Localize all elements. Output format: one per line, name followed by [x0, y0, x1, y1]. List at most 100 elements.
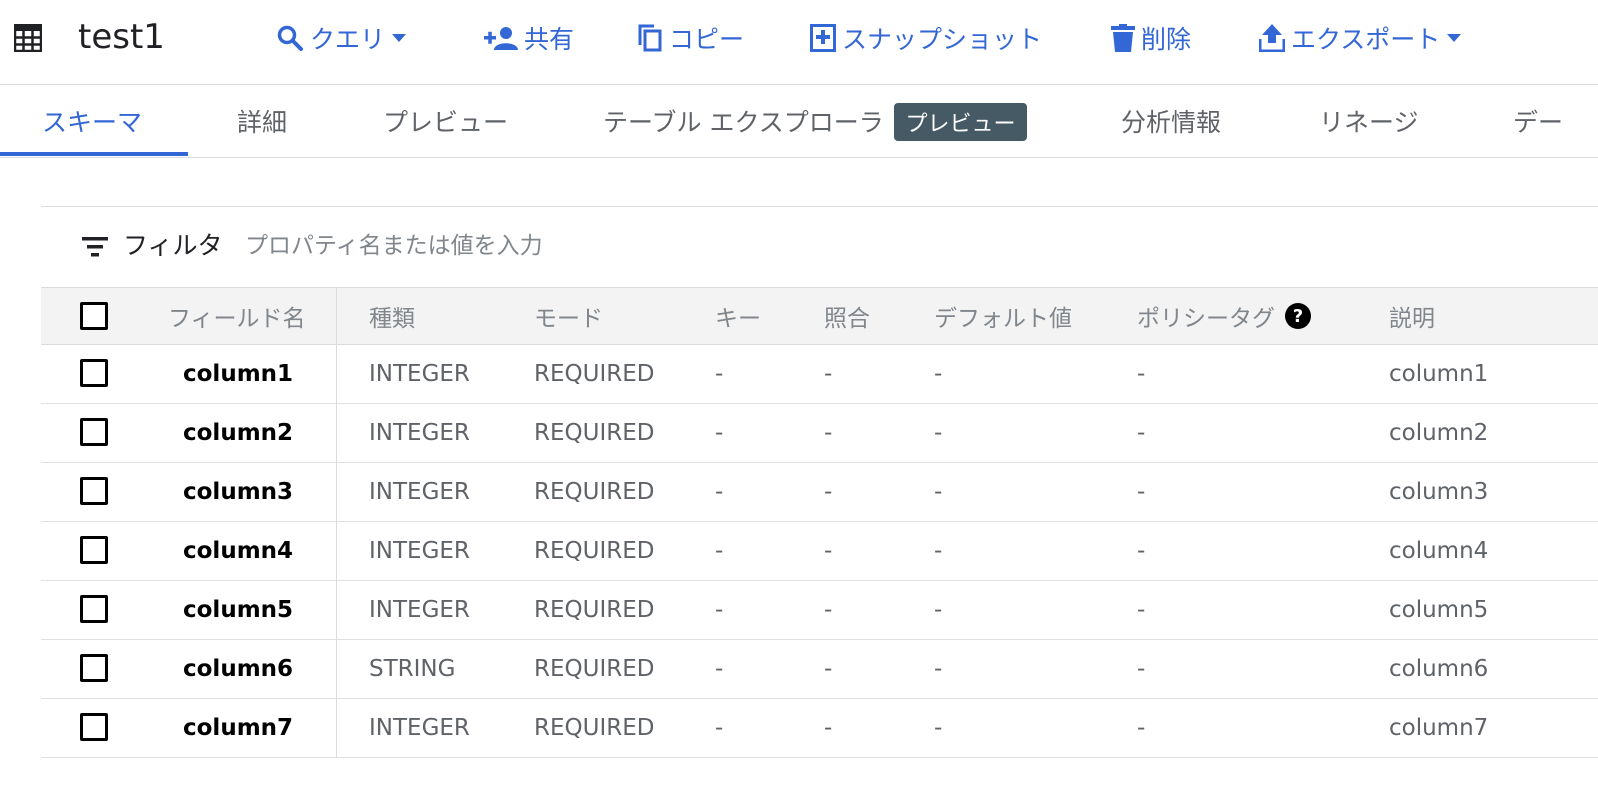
divider — [41, 206, 1598, 207]
tab-table-explorer[interactable]: テーブル エクスプローラ — [603, 85, 884, 157]
field-key: - — [715, 478, 724, 505]
table-row: column1 INTEGER REQUIRED - - - - column1 — [41, 344, 1598, 404]
preview-badge: プレビュー — [894, 103, 1027, 141]
header-default-value[interactable]: デフォルト値 — [934, 288, 1072, 344]
table-row: column7 INTEGER REQUIRED - - - - column7 — [41, 698, 1598, 758]
filter-input[interactable] — [245, 228, 1045, 264]
field-name: column5 — [183, 596, 294, 623]
delete-label: 削除 — [1141, 25, 1192, 54]
select-all-checkbox[interactable] — [80, 302, 108, 330]
field-policy-tags: - — [1137, 360, 1146, 387]
column-divider — [336, 698, 337, 757]
field-mode: REQUIRED — [534, 714, 655, 741]
row-checkbox[interactable] — [80, 418, 108, 446]
column-divider — [336, 639, 337, 698]
tab-bar: スキーマ 詳細 プレビュー テーブル エクスプローラ プレビュー 分析情報 リネ… — [0, 85, 1598, 158]
row-checkbox[interactable] — [80, 477, 108, 505]
tab-schema[interactable]: スキーマ — [42, 85, 142, 157]
table-row: column4 INTEGER REQUIRED - - - - column4 — [41, 521, 1598, 581]
field-policy-tags: - — [1137, 596, 1146, 623]
table-icon — [14, 24, 42, 52]
field-default-value: - — [934, 714, 943, 741]
header-policy-tags: ポリシータグ ? — [1137, 288, 1311, 344]
field-collation: - — [824, 419, 833, 446]
field-description: column7 — [1389, 714, 1489, 741]
header-description[interactable]: 説明 — [1389, 288, 1435, 344]
field-name: column7 — [183, 714, 294, 741]
tab-insights[interactable]: 分析情報 — [1121, 85, 1221, 157]
table-row: column3 INTEGER REQUIRED - - - - column3 — [41, 462, 1598, 522]
field-default-value: - — [934, 596, 943, 623]
toolbar: test1 クエリ 共有 コピー スナップショット 削除 エクスポート — [0, 0, 1598, 85]
tab-preview[interactable]: プレビュー — [383, 85, 508, 157]
field-description: column3 — [1389, 478, 1489, 505]
table-header-row: フィールド名 種類 モード キー 照合 デフォルト値 ポリシータグ ? 説明 — [41, 287, 1598, 345]
field-mode: REQUIRED — [534, 596, 655, 623]
chevron-down-icon — [392, 34, 407, 42]
header-collation[interactable]: 照合 — [824, 288, 870, 344]
upload-icon — [1259, 24, 1285, 52]
help-icon[interactable]: ? — [1285, 303, 1311, 329]
tab-data-profile[interactable]: デー — [1513, 85, 1563, 157]
field-default-value: - — [934, 478, 943, 505]
tab-details[interactable]: 詳細 — [237, 85, 287, 157]
row-checkbox[interactable] — [80, 536, 108, 564]
row-checkbox[interactable] — [80, 654, 108, 682]
copy-icon — [638, 24, 662, 52]
export-button[interactable]: エクスポート — [1259, 18, 1462, 58]
field-type: INTEGER — [369, 478, 470, 505]
query-button[interactable]: クエリ — [276, 18, 407, 58]
row-checkbox[interactable] — [80, 595, 108, 623]
delete-button[interactable]: 削除 — [1111, 18, 1191, 58]
field-policy-tags: - — [1137, 478, 1146, 505]
field-type: INTEGER — [369, 537, 470, 564]
field-collation: - — [824, 596, 833, 623]
field-name: column2 — [183, 419, 294, 446]
row-checkbox[interactable] — [80, 359, 108, 387]
field-type: INTEGER — [369, 360, 470, 387]
header-key[interactable]: キー — [715, 288, 761, 344]
column-divider — [336, 521, 337, 580]
header-field-name[interactable]: フィールド名 — [168, 288, 306, 344]
header-mode[interactable]: モード — [534, 288, 603, 344]
copy-button[interactable]: コピー — [637, 18, 744, 58]
search-icon — [277, 25, 303, 51]
field-default-value: - — [934, 655, 943, 682]
field-description: column1 — [1389, 360, 1489, 387]
field-description: column5 — [1389, 596, 1489, 623]
trash-icon — [1111, 24, 1135, 52]
filter-label[interactable]: フィルタ — [123, 228, 223, 264]
column-divider — [336, 403, 337, 462]
field-name: column1 — [183, 360, 294, 387]
snapshot-icon — [810, 24, 836, 52]
field-type: STRING — [369, 655, 456, 682]
field-mode: REQUIRED — [534, 537, 655, 564]
field-description: column6 — [1389, 655, 1489, 682]
header-policy-tags-label[interactable]: ポリシータグ — [1137, 299, 1275, 333]
field-default-value: - — [934, 419, 943, 446]
share-button[interactable]: 共有 — [484, 18, 574, 58]
field-policy-tags: - — [1137, 714, 1146, 741]
header-type[interactable]: 種類 — [369, 288, 415, 344]
table-row: column2 INTEGER REQUIRED - - - - column2 — [41, 403, 1598, 463]
field-name: column4 — [183, 537, 294, 564]
field-name: column3 — [183, 478, 294, 505]
field-policy-tags: - — [1137, 537, 1146, 564]
snapshot-button[interactable]: スナップショット — [810, 18, 1042, 58]
tab-lineage[interactable]: リネージ — [1319, 85, 1419, 157]
table-row: column5 INTEGER REQUIRED - - - - column5 — [41, 580, 1598, 640]
field-collation: - — [824, 537, 833, 564]
field-collation: - — [824, 478, 833, 505]
field-mode: REQUIRED — [534, 419, 655, 446]
field-type: INTEGER — [369, 714, 470, 741]
field-policy-tags: - — [1137, 419, 1146, 446]
field-collation: - — [824, 714, 833, 741]
row-checkbox[interactable] — [80, 713, 108, 741]
chevron-down-icon — [1447, 34, 1462, 42]
field-policy-tags: - — [1137, 655, 1146, 682]
query-label: クエリ — [310, 25, 386, 54]
field-description: column4 — [1389, 537, 1489, 564]
field-mode: REQUIRED — [534, 655, 655, 682]
share-label: 共有 — [524, 25, 575, 54]
field-key: - — [715, 655, 724, 682]
